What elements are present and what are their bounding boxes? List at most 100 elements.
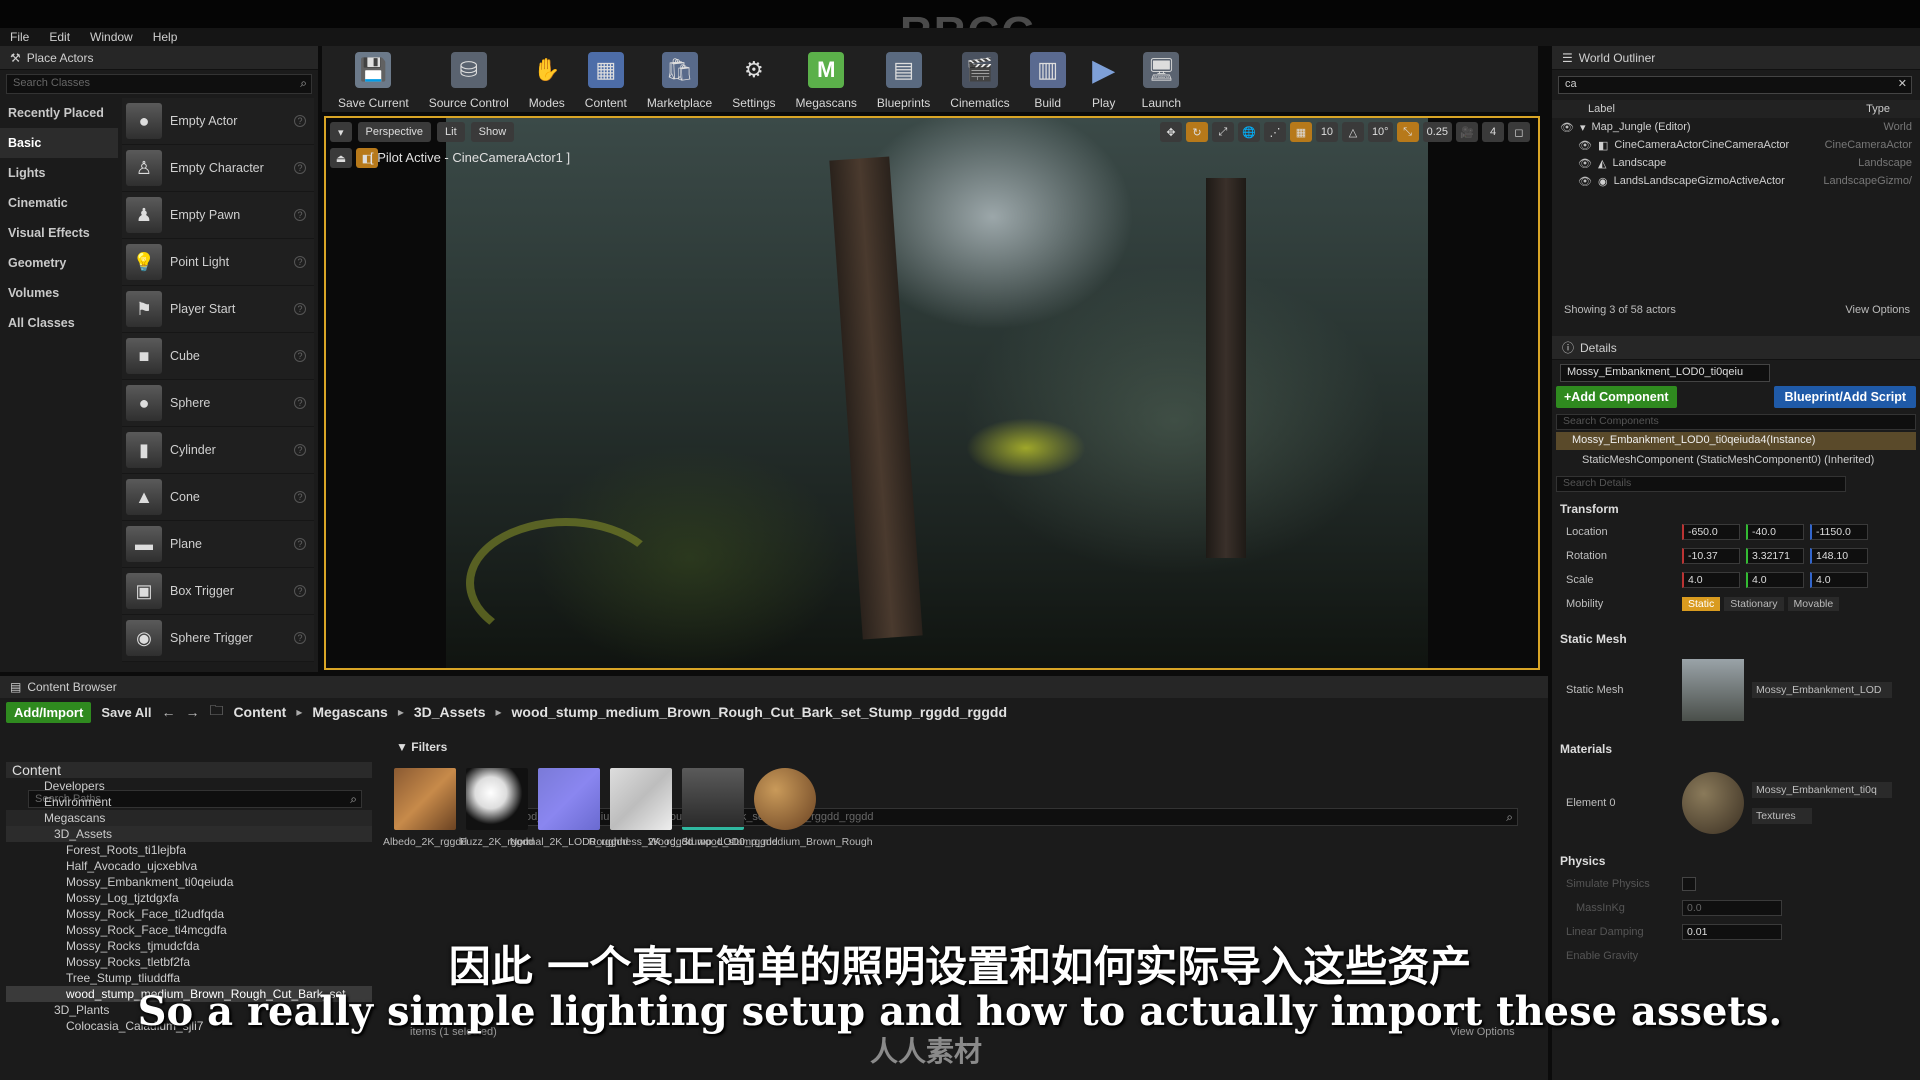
help-icon[interactable]: ? (294, 585, 306, 597)
actor-empty-character[interactable]: ♙ Empty Character? (122, 145, 314, 192)
outliner-row[interactable]: 👁 ◭ Landscape Landscape (1552, 154, 1920, 172)
save-all-button[interactable]: Save All (101, 705, 151, 720)
scale-x[interactable]: 4.0 (1682, 572, 1740, 588)
material-dropdown[interactable]: Mossy_Embankment_ti0q (1752, 782, 1892, 798)
content-button[interactable]: ▦ Content (575, 46, 637, 110)
instance-row[interactable]: Mossy_Embankment_LOD0_ti0qeiuda4(Instanc… (1556, 432, 1916, 450)
build-button[interactable]: ▥ Build (1020, 46, 1076, 110)
category-visual-effects[interactable]: Visual Effects (0, 218, 118, 248)
help-icon[interactable]: ? (294, 303, 306, 315)
actor-empty-actor[interactable]: ● Empty Actor? (122, 98, 314, 145)
col-label[interactable]: Label (1588, 103, 1615, 115)
actor-plane[interactable]: ▬ Plane? (122, 521, 314, 568)
search-classes-input[interactable]: Search Classes ⌕ (6, 74, 312, 94)
rotation-snap-value[interactable]: 10° (1367, 122, 1393, 142)
show-button[interactable]: Show (470, 122, 515, 142)
world-outliner-tab[interactable]: ☰ World Outliner (1552, 46, 1920, 70)
marketplace-button[interactable]: 🛍 Marketplace (637, 46, 722, 110)
rotate-icon[interactable]: ↻ (1185, 122, 1208, 142)
menu-window[interactable]: Window (80, 30, 143, 44)
scale-icon[interactable]: ⤢ (1211, 122, 1234, 142)
launch-button[interactable]: 🖥 Launch (1132, 46, 1191, 110)
tree-item[interactable]: Environment (6, 794, 372, 810)
actor-cylinder[interactable]: ▮ Cylinder? (122, 427, 314, 474)
breadcrumb-megascans[interactable]: Megascans (312, 704, 387, 720)
help-icon[interactable]: ? (294, 256, 306, 268)
material-thumbnail[interactable] (1682, 772, 1744, 834)
tree-item[interactable]: Content (6, 762, 372, 778)
static-mesh-dropdown[interactable]: Mossy_Embankment_LOD (1752, 682, 1892, 698)
actor-sphere[interactable]: ● Sphere? (122, 380, 314, 427)
eject-pilot-icon[interactable]: ⏏ (330, 148, 352, 168)
mobility-static[interactable]: Static (1682, 597, 1721, 611)
eye-icon[interactable]: 👁 (1578, 175, 1592, 188)
details-tab[interactable]: ⓘ Details (1552, 336, 1920, 360)
outliner-search-input[interactable]: ca ✕ (1558, 76, 1912, 94)
static-mesh-section[interactable]: Static Mesh (1552, 628, 1920, 650)
grid-size-value[interactable]: 10 (1315, 122, 1338, 142)
category-recently-placed[interactable]: Recently Placed (0, 98, 118, 128)
menu-edit[interactable]: Edit (39, 30, 80, 44)
save-current-button[interactable]: 💾 Save Current (328, 46, 419, 110)
actor-empty-pawn[interactable]: ♟ Empty Pawn? (122, 192, 314, 239)
help-icon[interactable]: ? (294, 632, 306, 644)
eye-icon[interactable]: 👁 (1578, 139, 1592, 152)
modes-button[interactable]: ✋ Modes (519, 46, 575, 110)
location-z[interactable]: -1150.0 (1810, 524, 1868, 540)
actor-sphere-trigger[interactable]: ◉ Sphere Trigger? (122, 615, 314, 662)
breadcrumb-3d-assets[interactable]: 3D_Assets (414, 704, 486, 720)
source-control-button[interactable]: ⛁ Source Control (419, 46, 519, 110)
maximize-icon[interactable]: ◻ (1508, 122, 1530, 142)
camera-speed-value[interactable]: 4 (1482, 122, 1504, 142)
location-label[interactable]: Location (1552, 526, 1682, 538)
menu-file[interactable]: File (0, 30, 39, 44)
tree-item[interactable]: Developers (6, 778, 372, 794)
add-component-button[interactable]: +Add Component (1556, 386, 1677, 408)
breadcrumb-current-folder[interactable]: wood_stump_medium_Brown_Rough_Cut_Bark_s… (512, 704, 1008, 720)
outliner-view-options[interactable]: View Options (1845, 304, 1910, 316)
outliner-row[interactable]: 👁 ◧ CineCameraActorCineCameraActor CineCame… (1552, 136, 1920, 154)
help-icon[interactable]: ? (294, 209, 306, 221)
asset-tile[interactable]: wood_stump_medium_Brown_Rough (697, 768, 873, 849)
component-row[interactable]: StaticMeshComponent (StaticMeshComponent… (1556, 452, 1916, 470)
scale-label[interactable]: Scale (1552, 574, 1682, 586)
rotation-label[interactable]: Rotation (1552, 550, 1682, 562)
scale-z[interactable]: 4.0 (1810, 572, 1868, 588)
actor-cone[interactable]: ▲ Cone? (122, 474, 314, 521)
physics-section[interactable]: Physics (1552, 850, 1920, 872)
mass-input[interactable]: 0.0 (1682, 900, 1782, 916)
category-volumes[interactable]: Volumes (0, 278, 118, 308)
textures-dropdown[interactable]: Textures (1752, 808, 1812, 824)
tree-item[interactable]: Mossy_Log_tjztdgxfa (6, 890, 372, 906)
outliner-row[interactable]: 👁 ▾ Map_Jungle (Editor) World (1552, 118, 1920, 136)
megascans-button[interactable]: M Megascans (786, 46, 867, 110)
category-geometry[interactable]: Geometry (0, 248, 118, 278)
location-x[interactable]: -650.0 (1682, 524, 1740, 540)
camera-speed-icon[interactable]: 🎥 (1456, 122, 1478, 142)
help-icon[interactable]: ? (294, 491, 306, 503)
tree-item[interactable]: 3D_Assets (6, 826, 372, 842)
level-viewport[interactable]: ▾ Perspective Lit Show ⏏ ◧ [ Pilot Activ… (324, 116, 1540, 670)
perspective-button[interactable]: Perspective (357, 122, 432, 142)
help-icon[interactable]: ? (294, 538, 306, 550)
breadcrumb-content[interactable]: Content (233, 704, 286, 720)
category-cinematic[interactable]: Cinematic (0, 188, 118, 218)
category-lights[interactable]: Lights (0, 158, 118, 188)
scale-snap-icon[interactable]: ⤡ (1396, 122, 1419, 142)
location-y[interactable]: -40.0 (1746, 524, 1804, 540)
translate-icon[interactable]: ✥ (1159, 122, 1182, 142)
tree-item[interactable]: Mossy_Embankment_ti0qeiuda (6, 874, 372, 890)
search-details-input[interactable]: Search Details (1556, 476, 1846, 492)
tree-item[interactable]: Mossy_Rock_Face_ti2udfqda (6, 906, 372, 922)
place-actors-tab[interactable]: ⚒ Place Actors (0, 46, 318, 70)
col-type[interactable]: Type (1866, 103, 1890, 115)
eye-icon[interactable]: 👁 (1560, 121, 1574, 134)
search-components-input[interactable]: Search Components (1556, 414, 1916, 430)
help-icon[interactable]: ? (294, 115, 306, 127)
materials-section[interactable]: Materials (1552, 738, 1920, 760)
eye-icon[interactable]: 👁 (1578, 157, 1592, 170)
mobility-movable[interactable]: Movable (1787, 597, 1840, 611)
settings-button[interactable]: ⚙ Settings (722, 46, 785, 110)
blueprint-add-script-button[interactable]: Blueprint/Add Script (1774, 386, 1916, 408)
viewport-menu-button[interactable]: ▾ (330, 122, 352, 142)
